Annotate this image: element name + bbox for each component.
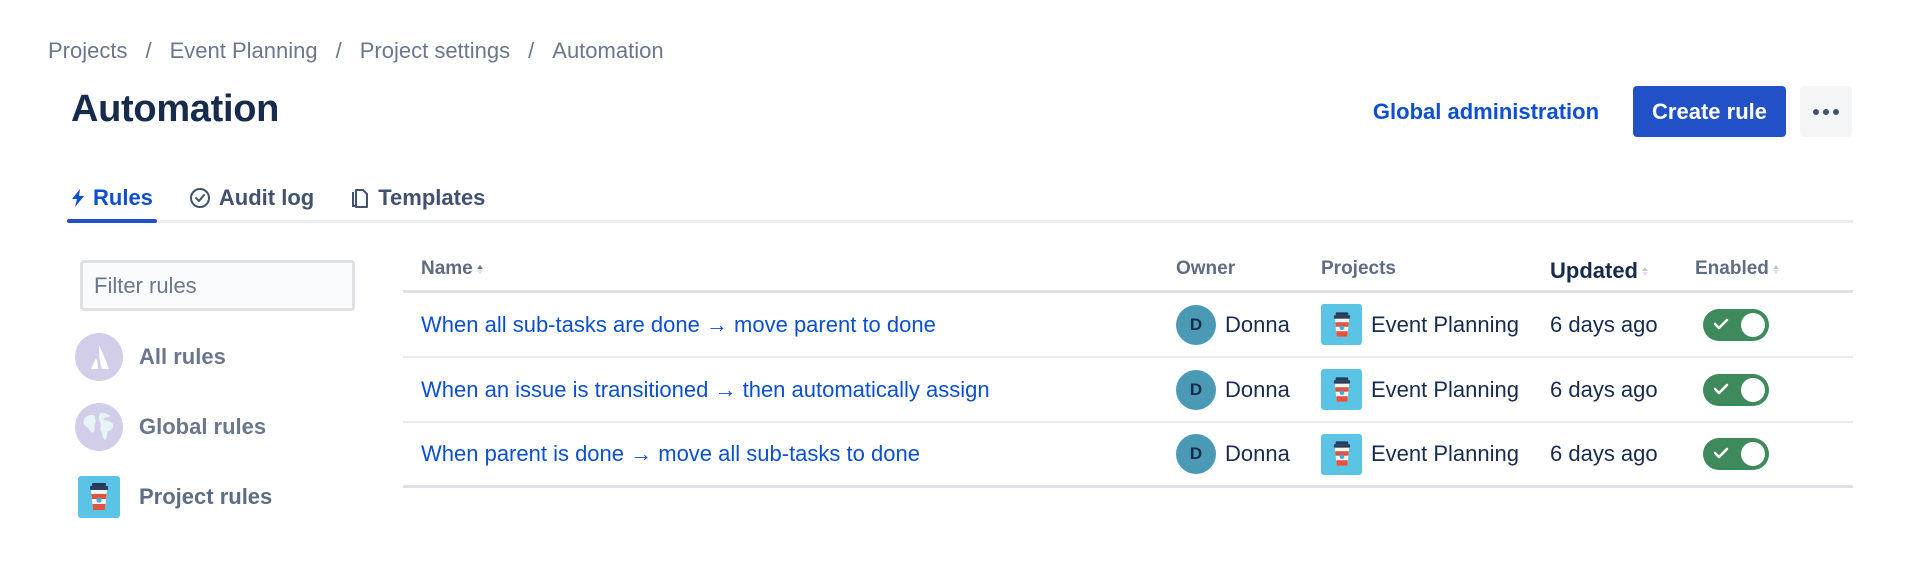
- rule-updated: 6 days ago: [1550, 441, 1658, 466]
- rule-project: Event Planning: [1321, 433, 1550, 475]
- column-label: Enabled: [1695, 258, 1769, 279]
- rule-owner: D Donna: [1176, 434, 1321, 474]
- tab-audit-log[interactable]: Audit log: [185, 176, 318, 220]
- column-label: Updated: [1550, 258, 1638, 283]
- breadcrumb-event-planning[interactable]: Event Planning: [170, 38, 318, 64]
- rules-table: Name Owner Projects Updated Enabled When…: [403, 258, 1853, 488]
- enabled-toggle[interactable]: [1703, 438, 1769, 470]
- project-name: Event Planning: [1371, 311, 1519, 337]
- coffee-cup-project-icon: [1321, 304, 1362, 345]
- owner-name: Donna: [1225, 441, 1290, 466]
- copy-icon: [350, 187, 370, 209]
- table-body: When all sub-tasks are done → move paren…: [403, 293, 1853, 488]
- table-header: Name Owner Projects Updated Enabled: [403, 258, 1853, 293]
- column-header-projects: Projects: [1321, 258, 1550, 280]
- breadcrumb-project-settings[interactable]: Project settings: [360, 38, 510, 64]
- breadcrumb-projects[interactable]: Projects: [48, 38, 127, 64]
- coffee-cup-project-icon: [1321, 433, 1362, 475]
- sort-icon: [1772, 264, 1779, 274]
- tab-label: Rules: [93, 185, 153, 210]
- avatar: D: [1176, 369, 1216, 410]
- breadcrumb: Projects / Event Planning / Project sett…: [48, 38, 664, 64]
- rule-enabled-cell: [1695, 373, 1853, 406]
- owner-name: Donna: [1225, 376, 1290, 402]
- avatar: D: [1176, 434, 1216, 474]
- toggle-knob: [1741, 312, 1765, 337]
- tab-bar: Rules Audit log Templates: [67, 176, 1853, 223]
- rule-enabled-cell: [1695, 438, 1853, 470]
- rule-owner: D Donna: [1176, 304, 1321, 345]
- check-icon: [1713, 317, 1729, 336]
- toggle-knob: [1741, 442, 1765, 466]
- sidebar-item-label: Project rules: [139, 484, 273, 509]
- breadcrumb-separator: /: [528, 38, 535, 63]
- lightning-icon: [71, 189, 85, 207]
- filter-rules-input[interactable]: [80, 260, 355, 311]
- breadcrumb-automation[interactable]: Automation: [552, 38, 663, 64]
- sidebar-item-global-rules[interactable]: Global rules: [75, 403, 272, 451]
- rule-project: Event Planning: [1321, 369, 1550, 410]
- tab-label: Templates: [378, 185, 486, 210]
- sidebar-item-label: All rules: [139, 344, 226, 369]
- tab-label: Audit log: [218, 185, 315, 210]
- atlassian-logo-icon: [75, 333, 123, 381]
- enabled-toggle[interactable]: [1703, 308, 1769, 341]
- sort-icon: [1642, 266, 1648, 276]
- global-administration-link[interactable]: Global administration: [1373, 99, 1599, 125]
- create-rule-button[interactable]: Create rule: [1633, 86, 1786, 137]
- enabled-toggle[interactable]: [1703, 373, 1769, 406]
- sort-ascending-icon: [476, 264, 483, 274]
- rule-updated: 6 days ago: [1550, 376, 1658, 402]
- check-circle-icon: [189, 187, 211, 209]
- more-actions-button[interactable]: [1800, 86, 1852, 137]
- project-name: Event Planning: [1371, 376, 1519, 402]
- page-title: Automation: [71, 88, 280, 130]
- rule-name-link[interactable]: When all sub-tasks are done → move paren…: [403, 312, 1176, 338]
- rule-scope-nav: All rules Global rules Project rules: [75, 333, 272, 543]
- column-label: Name: [421, 258, 473, 279]
- owner-name: Donna: [1225, 311, 1290, 337]
- rule-enabled-cell: [1695, 308, 1853, 341]
- toggle-knob: [1741, 377, 1765, 402]
- tab-templates[interactable]: Templates: [346, 176, 489, 220]
- table-row: When an issue is transitioned → then aut…: [403, 358, 1853, 423]
- table-row: When all sub-tasks are done → move paren…: [403, 293, 1853, 358]
- globe-icon: [75, 403, 123, 451]
- column-header-owner: Owner: [1176, 258, 1321, 280]
- more-horizontal-icon: [1813, 108, 1839, 115]
- breadcrumb-separator: /: [335, 38, 342, 63]
- rule-name-link[interactable]: When an issue is transitioned → then aut…: [403, 377, 1176, 403]
- breadcrumb-separator: /: [145, 38, 152, 63]
- coffee-cup-project-icon: [1321, 369, 1362, 410]
- sidebar-item-label: Global rules: [139, 414, 267, 439]
- column-label: Owner: [1176, 258, 1236, 279]
- tab-rules[interactable]: Rules: [67, 176, 157, 223]
- project-name: Event Planning: [1371, 441, 1519, 466]
- rule-name-link[interactable]: When parent is done → move all sub-tasks…: [403, 441, 1176, 467]
- column-label: Projects: [1321, 258, 1396, 279]
- column-header-name[interactable]: Name: [403, 258, 1176, 280]
- coffee-cup-project-icon: [78, 476, 120, 518]
- sidebar-item-project-rules[interactable]: Project rules: [75, 473, 272, 521]
- check-icon: [1713, 382, 1729, 401]
- rule-project: Event Planning: [1321, 304, 1550, 345]
- table-row: When parent is done → move all sub-tasks…: [403, 423, 1853, 488]
- sidebar-item-all-rules[interactable]: All rules: [75, 333, 272, 381]
- rule-updated: 6 days ago: [1550, 311, 1658, 337]
- check-icon: [1713, 446, 1729, 465]
- column-header-enabled[interactable]: Enabled: [1695, 258, 1853, 280]
- rule-owner: D Donna: [1176, 369, 1321, 410]
- avatar: D: [1176, 304, 1216, 345]
- column-header-updated[interactable]: Updated: [1550, 258, 1695, 284]
- header-actions: Global administration Create rule: [1373, 86, 1852, 137]
